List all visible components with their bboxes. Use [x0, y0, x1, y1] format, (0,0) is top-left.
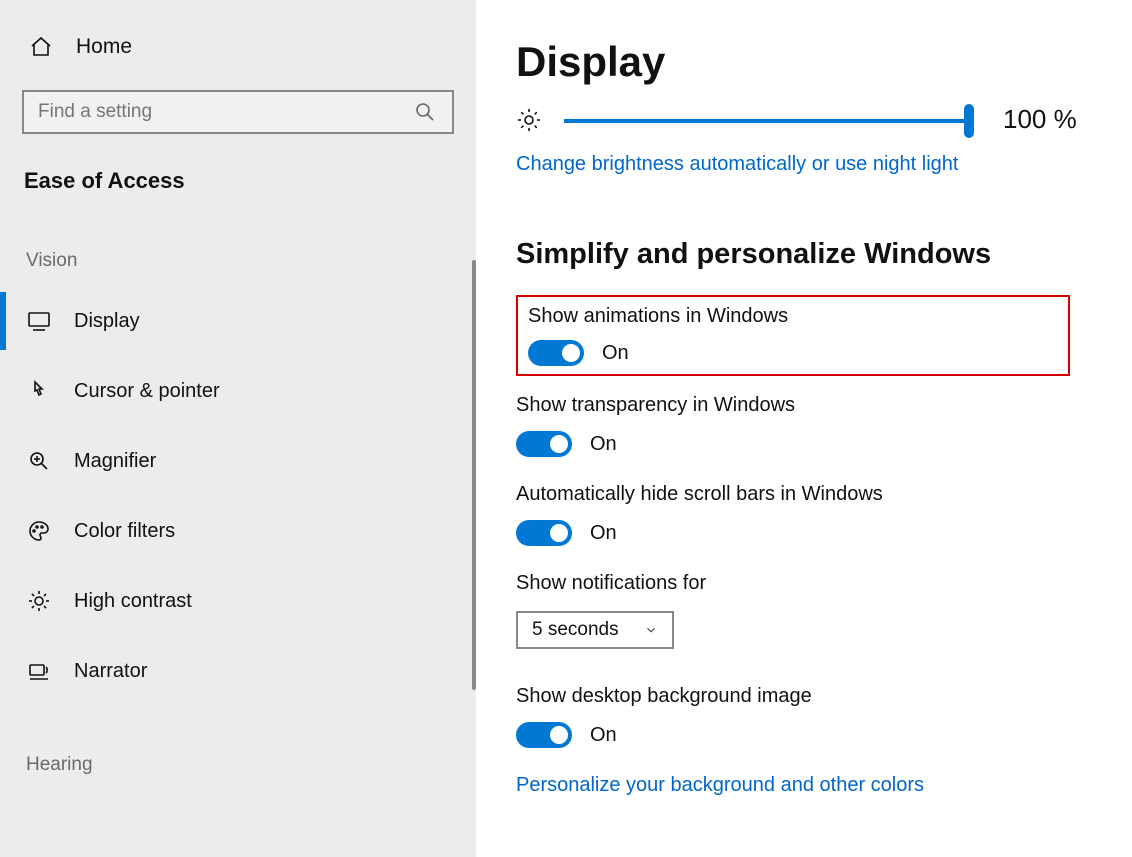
- heading-simplify: Simplify and personalize Windows: [516, 238, 1102, 271]
- magnifier-icon: [26, 448, 52, 474]
- toggle-animations[interactable]: [528, 340, 584, 366]
- setting-animations: Show animations in Windows On: [528, 305, 788, 366]
- label-notifications: Show notifications for: [516, 572, 1102, 595]
- nav-display-label: Display: [74, 310, 140, 333]
- toggle-transparency[interactable]: [516, 431, 572, 457]
- sun-icon: [516, 107, 542, 133]
- link-personalize-colors[interactable]: Personalize your background and other co…: [516, 774, 1102, 797]
- label-desktop-bg: Show desktop background image: [516, 685, 1102, 708]
- display-icon: [26, 308, 52, 334]
- toggle-animations-state: On: [602, 342, 629, 365]
- setting-scrollbars: Automatically hide scroll bars in Window…: [516, 483, 1102, 546]
- group-hearing: Hearing: [0, 706, 476, 790]
- select-notifications-duration[interactable]: 5 seconds: [516, 611, 674, 649]
- group-vision: Vision: [0, 202, 476, 286]
- setting-notifications: Show notifications for 5 seconds: [516, 572, 1102, 649]
- nav-magnifier[interactable]: Magnifier: [0, 426, 476, 496]
- label-transparency: Show transparency in Windows: [516, 394, 1102, 417]
- label-scrollbars: Automatically hide scroll bars in Window…: [516, 483, 1102, 506]
- setting-desktop-bg: Show desktop background image On: [516, 685, 1102, 748]
- search-input[interactable]: [38, 101, 412, 123]
- settings-main: Display 100 % Change brightness automati…: [476, 0, 1132, 857]
- nav-high-contrast[interactable]: High contrast: [0, 566, 476, 636]
- brightness-slider[interactable]: [564, 119, 969, 123]
- section-ease-of-access: Ease of Access: [0, 134, 476, 202]
- brightness-row: 100 %: [516, 104, 1102, 135]
- nav-magnifier-label: Magnifier: [74, 450, 156, 473]
- nav-cursor-pointer[interactable]: Cursor & pointer: [0, 356, 476, 426]
- nav-cursor-label: Cursor & pointer: [74, 380, 220, 403]
- select-notifications-value: 5 seconds: [532, 619, 619, 641]
- page-title: Display: [516, 38, 1102, 86]
- setting-transparency: Show transparency in Windows On: [516, 394, 1102, 457]
- search-box[interactable]: [22, 90, 454, 134]
- home-icon: [28, 34, 54, 60]
- nav-colorfilters-label: Color filters: [74, 520, 175, 543]
- highlight-animations: Show animations in Windows On: [516, 295, 1070, 376]
- toggle-desktop-bg[interactable]: [516, 722, 572, 748]
- brightness-slider-thumb[interactable]: [964, 104, 974, 138]
- toggle-desktop-bg-state: On: [590, 724, 617, 747]
- nav-home-label: Home: [76, 35, 132, 59]
- toggle-scrollbars[interactable]: [516, 520, 572, 546]
- search-container: [22, 90, 454, 134]
- nav-color-filters[interactable]: Color filters: [0, 496, 476, 566]
- toggle-transparency-state: On: [590, 433, 617, 456]
- toggle-scrollbars-state: On: [590, 522, 617, 545]
- sidebar-scrollbar[interactable]: [472, 260, 476, 690]
- label-animations: Show animations in Windows: [528, 305, 788, 328]
- search-icon: [412, 99, 438, 125]
- brightness-value: 100 %: [1003, 104, 1077, 135]
- link-change-brightness[interactable]: Change brightness automatically or use n…: [516, 153, 1102, 176]
- narrator-icon: [26, 658, 52, 684]
- nav-narrator[interactable]: Narrator: [0, 636, 476, 706]
- settings-sidebar: Home Ease of Access Vision Display Curs: [0, 0, 476, 857]
- chevron-down-icon: [644, 623, 658, 637]
- nav-highcontrast-label: High contrast: [74, 590, 192, 613]
- nav-narrator-label: Narrator: [74, 660, 147, 683]
- palette-icon: [26, 518, 52, 544]
- brightness-icon: [26, 588, 52, 614]
- cursor-icon: [26, 378, 52, 404]
- nav-home[interactable]: Home: [0, 26, 476, 68]
- nav-display[interactable]: Display: [0, 286, 476, 356]
